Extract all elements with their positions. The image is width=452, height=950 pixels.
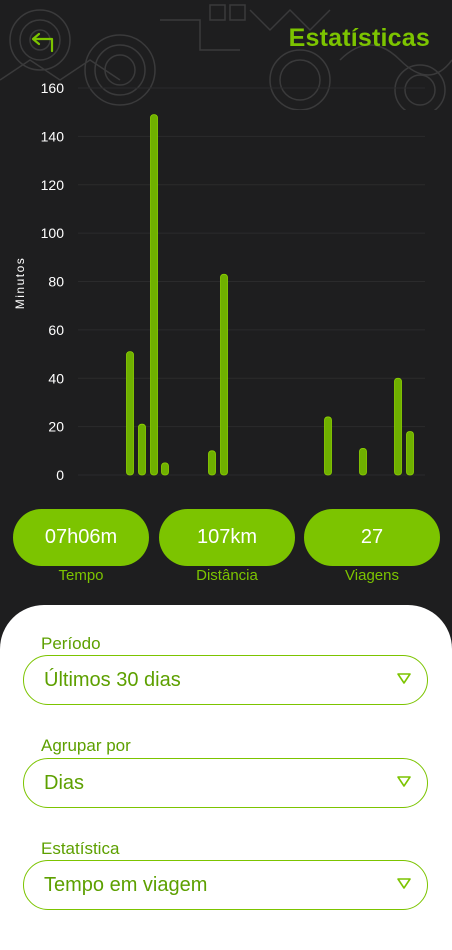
back-arrow-icon [31, 32, 54, 53]
group-by-value: Dias [44, 772, 85, 794]
summary-trips-label: Viagens [345, 567, 399, 584]
y-tick-label: 160 [41, 80, 65, 96]
chart-bar [126, 351, 134, 476]
chevron-down-icon [397, 673, 411, 684]
period-value: Últimos 30 dias [44, 669, 181, 691]
chart-bar [208, 450, 216, 476]
chart-bar [324, 416, 332, 476]
group-by-select[interactable]: Dias [23, 758, 428, 808]
y-tick-label: 80 [48, 274, 64, 290]
y-tick-label: 40 [48, 370, 64, 386]
summary-trips-value: 27 [360, 526, 384, 548]
period-label: Período [41, 634, 101, 653]
chart-bar [150, 114, 158, 476]
y-tick-label: 20 [48, 419, 64, 435]
chevron-down-icon [397, 776, 411, 787]
bar-chart: 0 20 40 60 80 100 120 140 160 Minutos [13, 80, 425, 483]
y-tick-label: 120 [41, 177, 65, 193]
statistic-value: Tempo em viagem [44, 874, 208, 896]
summary-time-value: 07h06m [44, 526, 118, 548]
summary-time-pill: 07h06m [13, 509, 149, 566]
period-select[interactable]: Últimos 30 dias [23, 655, 428, 705]
back-button[interactable] [28, 28, 58, 58]
chart-bar [220, 273, 228, 476]
chart-bar [359, 447, 367, 476]
summary-distance-pill: 107km [159, 509, 295, 566]
statistic-label: Estatística [41, 839, 120, 858]
y-axis-label: Minutos [13, 257, 27, 310]
y-tick-label: 60 [48, 322, 64, 338]
group-by-label: Agrupar por [41, 736, 131, 755]
summary-distance-value: 107km [196, 526, 258, 548]
y-tick-label: 100 [41, 225, 65, 241]
chevron-down-icon [397, 878, 411, 889]
summary-trips-pill: 27 [304, 509, 440, 566]
chart-bar [138, 423, 146, 476]
chart-bar [161, 462, 169, 476]
chart-bar [394, 377, 402, 476]
summary-distance-label: Distância [196, 567, 258, 584]
chart-bar [406, 431, 414, 476]
statistic-select[interactable]: Tempo em viagem [23, 860, 428, 910]
y-tick-label: 140 [41, 128, 65, 144]
y-tick-label: 0 [56, 467, 64, 483]
page-title: Estatísticas [288, 24, 430, 52]
summary-time-label: Tempo [58, 567, 104, 584]
